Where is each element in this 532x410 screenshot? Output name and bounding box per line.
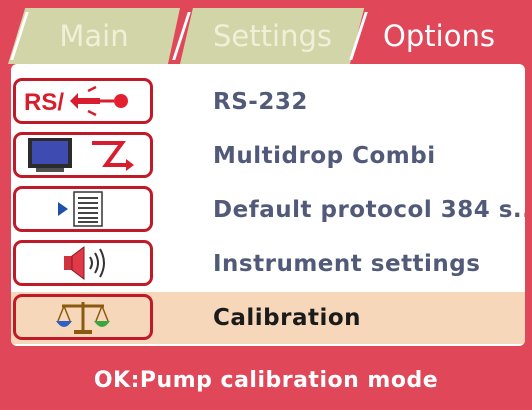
list-item-label: Instrument settings (213, 251, 481, 277)
balance-scale-icon (13, 294, 153, 340)
tab-options-label: Options (383, 19, 495, 53)
tab-main[interactable]: Main (8, 8, 180, 64)
tab-settings[interactable]: Settings (180, 8, 365, 64)
status-bar: OK:Pump calibration mode (0, 358, 532, 402)
tab-options[interactable]: Options (350, 8, 528, 64)
tab-main-label: Main (59, 19, 129, 53)
tab-bar: Main Settings Options (0, 0, 532, 64)
list-item-label: Multidrop Combi (213, 143, 436, 169)
rs232-cable-icon: RS/ (13, 78, 153, 124)
list-item-default-protocol[interactable]: Default protocol 384 s... (11, 184, 525, 236)
list-item-label: RS-232 (213, 89, 308, 115)
list-item-label: Default protocol 384 s... (213, 197, 525, 223)
monitor-link-icon (13, 132, 153, 178)
protocol-document-icon (13, 186, 153, 232)
list-item-calibration[interactable]: Calibration (11, 292, 525, 344)
list-item-label: Calibration (213, 305, 362, 331)
options-list: RS/ RS-232 Multidrop Combi Default proto… (11, 64, 525, 346)
list-item-instrument-settings[interactable]: Instrument settings (11, 238, 525, 290)
list-item-rs232[interactable]: RS/ RS-232 (11, 76, 525, 128)
speaker-icon (13, 240, 153, 286)
status-text: OK:Pump calibration mode (93, 367, 439, 393)
tab-settings-label: Settings (213, 19, 332, 53)
rs232-icon-text: RS/ (24, 89, 64, 116)
list-item-multidrop-combi[interactable]: Multidrop Combi (11, 130, 525, 182)
